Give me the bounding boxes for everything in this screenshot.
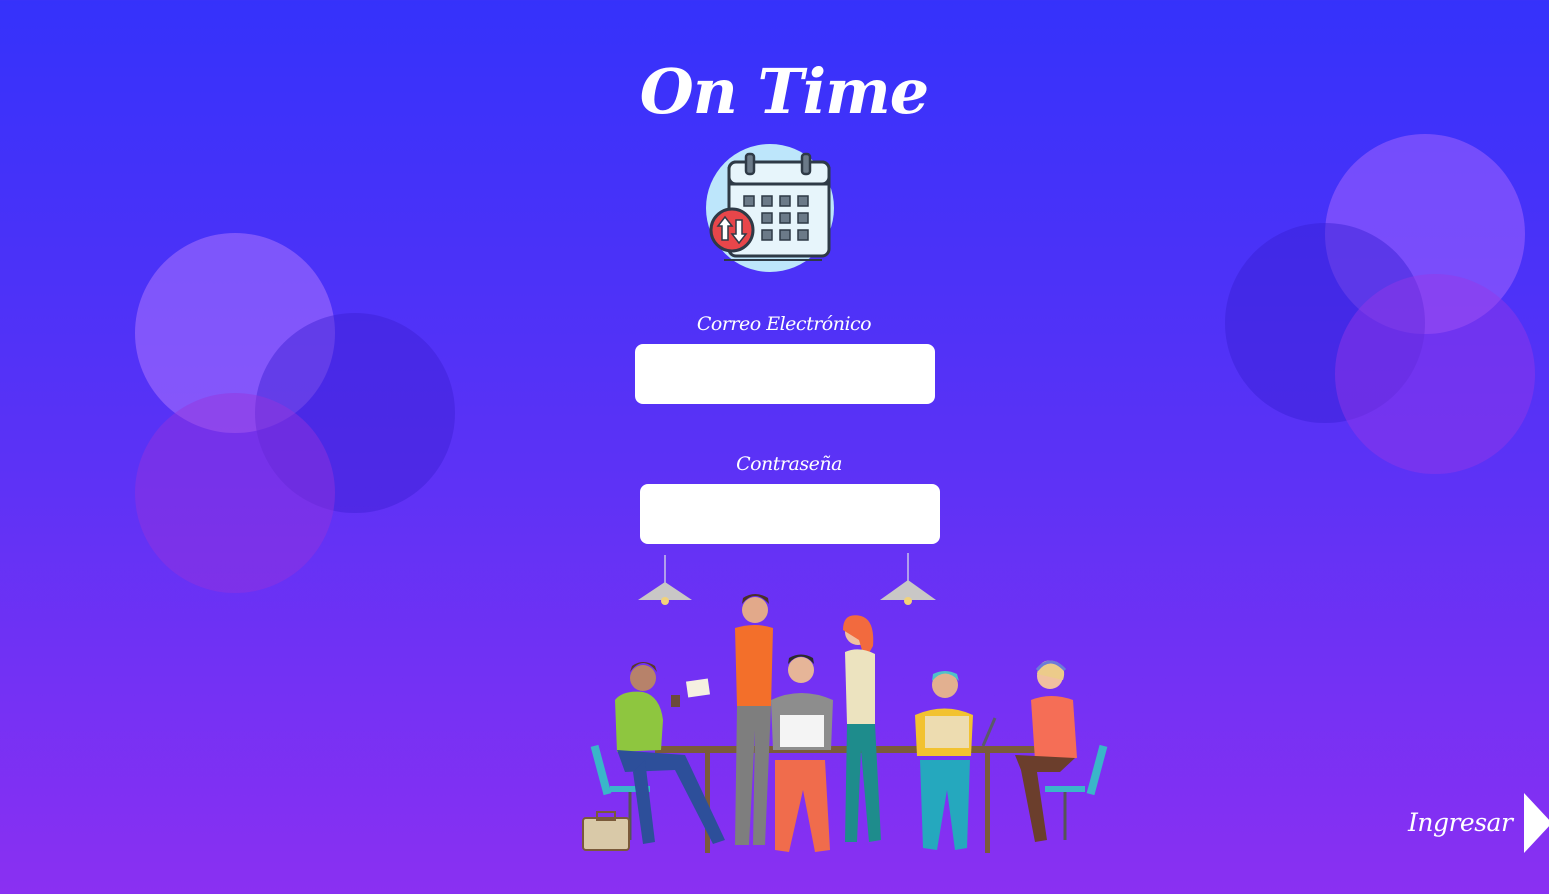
app-title: On Time (639, 55, 929, 128)
password-label: Contraseña (736, 453, 842, 475)
email-label: Correo Electrónico (696, 313, 872, 335)
password-field[interactable] (640, 484, 940, 544)
calendar-sync-icon (704, 142, 836, 274)
login-screen: On Time Correo Electrónico Contraseña In… (0, 0, 1549, 894)
decorative-circle (1335, 274, 1535, 474)
play-arrow-icon (1524, 793, 1549, 853)
email-field[interactable] (635, 344, 935, 404)
submit-label: Ingresar (1408, 808, 1513, 837)
decorative-circle (135, 393, 335, 593)
submit-button[interactable]: Ingresar (1400, 790, 1549, 858)
team-meeting-illustration (575, 550, 1115, 865)
